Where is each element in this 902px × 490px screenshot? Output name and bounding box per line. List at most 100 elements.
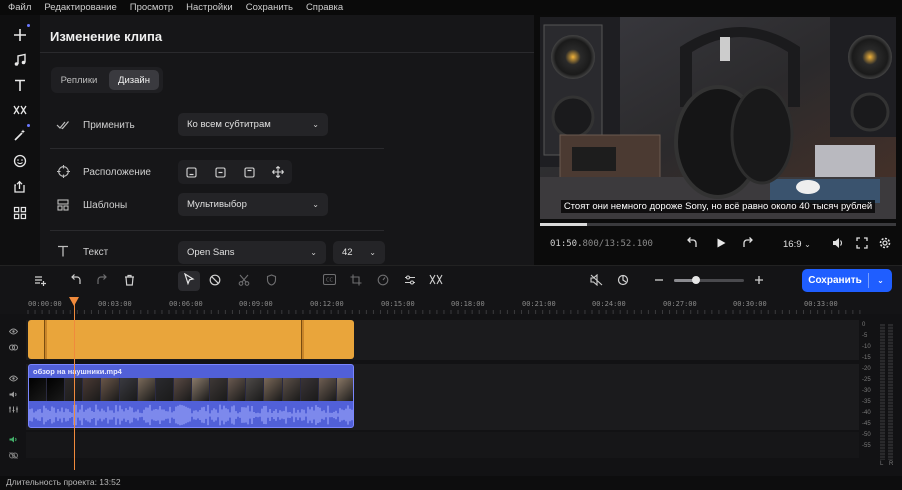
move-icon[interactable] xyxy=(269,163,287,181)
captions-cc-icon[interactable]: CC xyxy=(321,274,337,288)
menu-edit[interactable]: Редактирование xyxy=(44,2,116,13)
ruler-tick-label: 00:00:00 xyxy=(28,300,62,308)
subtitle-text: Стоят они немного дороже Sony, но всё ра… xyxy=(560,200,876,213)
meter-bar-right xyxy=(888,324,893,460)
eye-icon[interactable] xyxy=(8,375,19,384)
clip-thumbnails xyxy=(29,378,353,401)
audio-mix-icon[interactable] xyxy=(9,406,18,415)
video-clip[interactable]: обзор на наушники.mp4 xyxy=(28,364,354,428)
clip-thumbnail xyxy=(101,378,120,401)
font-dropdown[interactable]: Open Sans ⌄ xyxy=(178,241,326,264)
templates-value: Мультивыбор xyxy=(187,199,247,210)
clip-thumbnail xyxy=(29,378,48,401)
magnet-snap-icon[interactable] xyxy=(615,274,631,289)
tab-group: Реплики Дизайн xyxy=(51,67,163,93)
menu-file[interactable]: Файл xyxy=(8,2,31,13)
effects-wand-icon[interactable] xyxy=(10,124,30,145)
audio-detach-icon[interactable] xyxy=(588,273,604,289)
add-track-icon[interactable] xyxy=(32,274,48,289)
clip-thumbnail xyxy=(173,378,192,401)
ruler-tick-label: 00:18:00 xyxy=(451,300,485,308)
menu-help[interactable]: Справка xyxy=(306,2,343,13)
left-toolbar xyxy=(0,15,40,265)
zoom-out-icon[interactable] xyxy=(651,274,667,288)
zoom-slider[interactable] xyxy=(674,276,744,284)
gear-icon[interactable] xyxy=(879,237,891,252)
menu-bar: Файл Редактирование Просмотр Настройки С… xyxy=(0,0,902,15)
fullscreen-icon[interactable] xyxy=(856,237,868,252)
subtitle-clip[interactable] xyxy=(28,320,354,359)
eye-icon[interactable] xyxy=(8,328,19,337)
undo-icon[interactable] xyxy=(68,274,84,289)
subtitle-segment-marker xyxy=(44,320,47,359)
redo-icon[interactable] xyxy=(94,274,110,289)
chevron-down-icon[interactable]: ⌄ xyxy=(869,276,892,285)
ruler-tick-label: 00:33:00 xyxy=(804,300,838,308)
menu-settings[interactable]: Настройки xyxy=(186,2,233,13)
play-icon[interactable] xyxy=(715,237,727,252)
unlink-icon[interactable] xyxy=(9,452,18,461)
scissors-icon[interactable] xyxy=(236,274,252,289)
step-back-icon[interactable] xyxy=(686,237,698,252)
meter-label: -10 xyxy=(862,344,871,350)
speed-icon[interactable] xyxy=(375,274,391,289)
export-share-icon[interactable] xyxy=(10,177,30,197)
tab-replicas[interactable]: Реплики xyxy=(54,70,104,90)
current-ms: 800 xyxy=(582,239,599,249)
step-forward-icon[interactable] xyxy=(742,237,754,252)
align-top-icon[interactable] xyxy=(240,163,258,181)
volume-icon[interactable] xyxy=(9,436,18,445)
menu-view[interactable]: Просмотр xyxy=(130,2,173,13)
new-dot-indicator xyxy=(27,124,30,127)
playback-progress-fill xyxy=(540,223,588,226)
clip-thumbnail xyxy=(119,378,138,401)
clip-thumbnail xyxy=(228,378,247,401)
align-bottom-icon[interactable] xyxy=(182,163,200,181)
transition-icon[interactable] xyxy=(428,274,444,288)
current-time: 01:50. xyxy=(550,239,583,249)
playhead-handle[interactable] xyxy=(69,297,79,306)
audio-track[interactable] xyxy=(26,432,859,458)
video-frame[interactable]: Стоят они немного дороже Sony, но всё ра… xyxy=(540,17,896,219)
apply-dropdown[interactable]: Ко всем субтитрам ⌄ xyxy=(178,113,328,136)
volume-icon[interactable] xyxy=(832,237,844,252)
disable-icon[interactable] xyxy=(207,274,223,289)
tab-design[interactable]: Дизайн xyxy=(109,70,159,90)
text-label: Текст xyxy=(83,247,109,258)
clip-thumbnail xyxy=(264,378,283,401)
font-size-dropdown[interactable]: 42 ⌄ xyxy=(333,241,385,264)
meter-label: -45 xyxy=(862,421,871,427)
transition-icon[interactable] xyxy=(10,100,30,120)
save-button-label: Сохранить xyxy=(808,275,862,286)
apply-value: Ко всем субтитрам xyxy=(187,119,271,130)
clip-thumbnail xyxy=(47,378,66,401)
ruler-tick-label: 00:30:00 xyxy=(733,300,767,308)
crop-icon[interactable] xyxy=(348,274,364,289)
playback-progress-bar[interactable] xyxy=(540,223,896,226)
select-cursor-icon[interactable] xyxy=(178,271,200,291)
zoom-slider-handle[interactable] xyxy=(691,276,700,284)
plus-icon[interactable] xyxy=(10,24,30,45)
sticker-smile-icon[interactable] xyxy=(10,151,30,171)
total-time: /13:52.100 xyxy=(598,239,653,249)
link-icon[interactable] xyxy=(9,344,18,353)
clip-thumbnail xyxy=(83,378,102,401)
ruler-tick-label: 00:09:00 xyxy=(239,300,273,308)
adjust-sliders-icon[interactable] xyxy=(402,274,418,289)
templates-dropdown[interactable]: Мультивыбор ⌄ xyxy=(178,193,328,216)
volume-icon[interactable] xyxy=(9,391,18,400)
save-button[interactable]: Сохранить ⌄ xyxy=(802,269,892,292)
menu-save[interactable]: Сохранить xyxy=(246,2,293,13)
chevron-down-icon: ⌄ xyxy=(312,200,319,209)
music-note-icon[interactable] xyxy=(10,50,30,70)
align-center-icon[interactable] xyxy=(211,163,229,181)
shield-icon[interactable] xyxy=(263,274,279,289)
aspect-ratio-dropdown[interactable]: 16:9 ⌄ xyxy=(783,239,811,250)
text-icon[interactable] xyxy=(10,75,30,95)
project-duration: Длительность проекта: 13:52 xyxy=(6,477,121,487)
widgets-grid-icon[interactable] xyxy=(10,203,30,223)
trash-icon[interactable] xyxy=(121,274,137,289)
timeline-ruler[interactable]: 00:00:00 00:03:00 00:06:00 00:09:00 00:1… xyxy=(0,296,902,314)
clip-thumbnail xyxy=(300,378,319,401)
zoom-in-icon[interactable] xyxy=(751,274,767,288)
